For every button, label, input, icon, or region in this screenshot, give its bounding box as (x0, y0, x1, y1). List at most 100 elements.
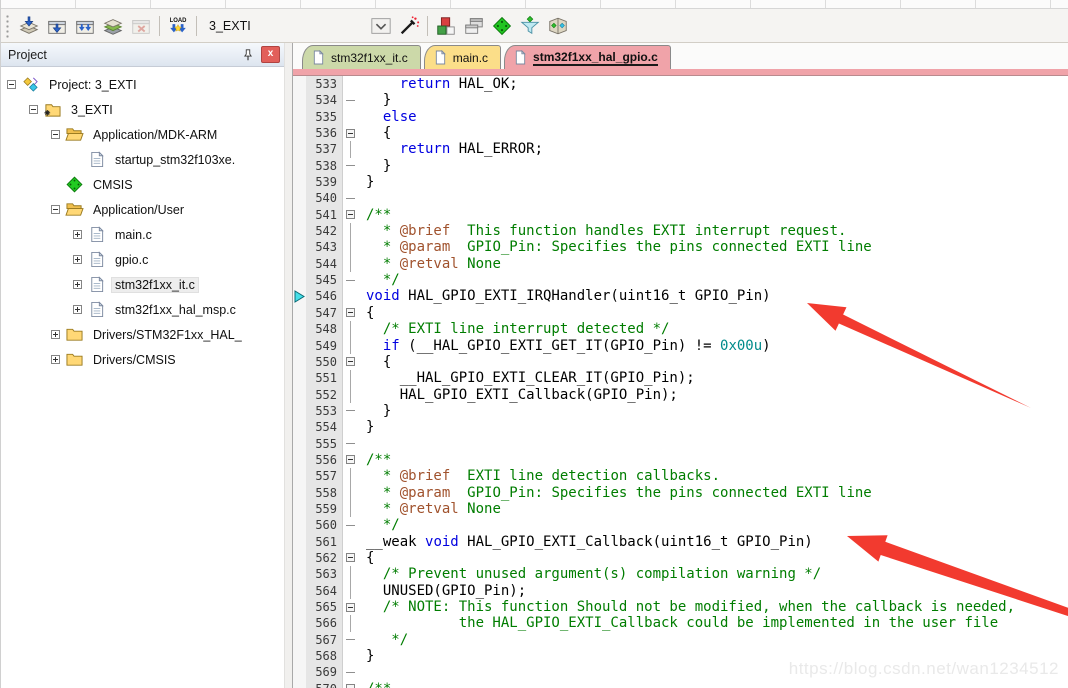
manage-rte-button[interactable] (488, 13, 516, 39)
line-number[interactable]: 536 (306, 125, 343, 141)
build-button[interactable] (43, 13, 71, 39)
fold-collapse-box[interactable] (346, 210, 355, 219)
code-text[interactable]: } (360, 92, 391, 108)
bookmark-margin[interactable] (293, 664, 306, 680)
code-text[interactable]: * @param GPIO_Pin: Specifies the pins co… (360, 239, 872, 255)
bookmark-margin[interactable] (293, 681, 306, 688)
fold-collapse-box[interactable] (346, 684, 355, 688)
code-text[interactable]: */ (360, 517, 400, 533)
code-text[interactable]: * @brief EXTI line detection callbacks. (360, 468, 720, 484)
line-number[interactable]: 570 (306, 681, 343, 688)
line-number[interactable]: 545 (306, 272, 343, 288)
code-line[interactable]: 557 * @brief EXTI line detection callbac… (293, 468, 1068, 484)
code-text[interactable]: __weak void HAL_GPIO_EXTI_Callback(uint1… (360, 534, 813, 550)
code-line[interactable]: 558 * @param GPIO_Pin: Specifies the pin… (293, 485, 1068, 501)
line-number[interactable]: 567 (306, 632, 343, 648)
code-line[interactable]: 559 * @retval None (293, 501, 1068, 517)
fold-collapse-box[interactable] (346, 553, 355, 562)
rebuild-button[interactable] (71, 13, 99, 39)
expand-icon[interactable] (73, 305, 82, 314)
tree-item-startup-stm32f103xe-[interactable]: startup_stm32f103xe. (1, 147, 284, 172)
line-number[interactable]: 552 (306, 387, 343, 403)
line-number[interactable]: 542 (306, 223, 343, 239)
bookmark-margin[interactable] (293, 517, 306, 533)
code-text[interactable]: { (360, 305, 374, 321)
code-line[interactable]: 538 } (293, 158, 1068, 174)
line-number[interactable]: 538 (306, 158, 343, 174)
code-text[interactable]: /* NOTE: This function Should not be mod… (360, 599, 1015, 615)
bookmark-margin[interactable] (293, 158, 306, 174)
code-text[interactable]: } (360, 419, 374, 435)
code-text[interactable]: } (360, 403, 391, 419)
code-text[interactable]: /** (360, 681, 391, 688)
collapse-icon[interactable] (51, 205, 60, 214)
bookmark-margin[interactable] (293, 534, 306, 550)
bookmark-margin[interactable] (293, 109, 306, 125)
line-number[interactable]: 557 (306, 468, 343, 484)
expand-icon[interactable] (51, 355, 60, 364)
code-line[interactable]: 542 * @brief This function handles EXTI … (293, 223, 1068, 239)
tab-main.c[interactable]: main.c (424, 45, 501, 69)
line-number[interactable]: 565 (306, 599, 343, 615)
line-number[interactable]: 533 (306, 76, 343, 92)
code-line[interactable]: 563 /* Prevent unused argument(s) compil… (293, 566, 1068, 582)
fold-margin[interactable] (343, 125, 360, 141)
code-line[interactable]: 553 } (293, 403, 1068, 419)
line-number[interactable]: 553 (306, 403, 343, 419)
bookmark-margin[interactable] (293, 550, 306, 566)
code-line[interactable]: 536 { (293, 125, 1068, 141)
bookmark-margin[interactable] (293, 338, 306, 354)
pack-installer-button[interactable] (544, 13, 572, 39)
code-text[interactable]: } (360, 158, 391, 174)
code-text[interactable]: * @retval None (360, 501, 501, 517)
code-text[interactable]: /* EXTI line interrupt detected */ (360, 321, 669, 337)
code-text[interactable]: } (360, 174, 374, 190)
fold-margin[interactable] (343, 452, 360, 468)
collapse-icon[interactable] (51, 130, 60, 139)
code-line[interactable]: 533 return HAL_OK; (293, 76, 1068, 92)
bookmark-margin[interactable] (293, 288, 306, 304)
code-line[interactable]: 543 * @param GPIO_Pin: Specifies the pin… (293, 239, 1068, 255)
bookmark-margin[interactable] (293, 76, 306, 92)
bookmark-margin[interactable] (293, 272, 306, 288)
bookmark-margin[interactable] (293, 599, 306, 615)
bookmark-margin[interactable] (293, 305, 306, 321)
tree-item-cmsis[interactable]: CMSIS (1, 172, 284, 197)
code-text[interactable]: * @retval None (360, 256, 501, 272)
bookmark-margin[interactable] (293, 239, 306, 255)
code-text[interactable]: /* Prevent unused argument(s) compilatio… (360, 566, 821, 582)
batch-build-button[interactable] (99, 13, 127, 39)
code-text[interactable]: /** (360, 207, 391, 223)
bookmark-margin[interactable] (293, 501, 306, 517)
bookmark-margin[interactable] (293, 370, 306, 386)
pin-icon[interactable] (239, 47, 257, 63)
code-text[interactable]: * @param GPIO_Pin: Specifies the pins co… (360, 485, 872, 501)
bookmark-margin[interactable] (293, 92, 306, 108)
code-line[interactable]: 560 */ (293, 517, 1068, 533)
fold-collapse-box[interactable] (346, 129, 355, 138)
code-line[interactable]: 545 */ (293, 272, 1068, 288)
code-text[interactable]: return HAL_OK; (360, 76, 518, 92)
bookmark-margin[interactable] (293, 615, 306, 631)
collapse-icon[interactable] (29, 105, 38, 114)
code-line[interactable]: 549 if (__HAL_GPIO_EXTI_GET_IT(GPIO_Pin)… (293, 338, 1068, 354)
toolbar-grip-handle[interactable] (5, 14, 10, 38)
expand-icon[interactable] (51, 330, 60, 339)
code-line[interactable]: 569 (293, 664, 1068, 680)
tree-item-application-mdk-arm[interactable]: Application/MDK-ARM (1, 122, 284, 147)
code-text[interactable]: * @brief This function handles EXTI inte… (360, 223, 846, 239)
line-number[interactable]: 569 (306, 664, 343, 680)
code-line[interactable]: 547{ (293, 305, 1068, 321)
code-line[interactable]: 554} (293, 419, 1068, 435)
tree-item-main-c[interactable]: main.c (1, 222, 284, 247)
code-text[interactable]: UNUSED(GPIO_Pin); (360, 583, 526, 599)
panel-splitter[interactable] (284, 43, 293, 688)
line-number[interactable]: 539 (306, 174, 343, 190)
bookmark-margin[interactable] (293, 141, 306, 157)
line-number[interactable]: 537 (306, 141, 343, 157)
fold-margin[interactable] (343, 681, 360, 688)
line-number[interactable]: 551 (306, 370, 343, 386)
fold-margin[interactable] (343, 354, 360, 370)
tab-stm32f1xx_hal_gpio.c[interactable]: stm32f1xx_hal_gpio.c (504, 45, 671, 69)
fold-margin[interactable] (343, 207, 360, 223)
